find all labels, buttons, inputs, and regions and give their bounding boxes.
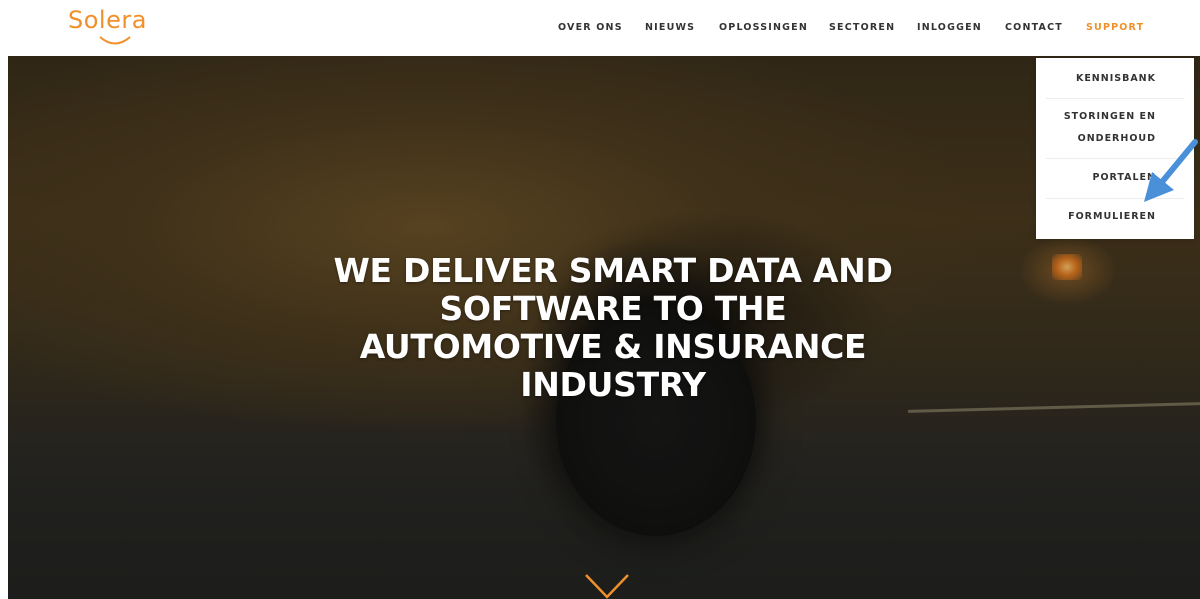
nav-item-inloggen[interactable]: INLOGGEN <box>917 22 982 33</box>
hero-headline-line-2: SOFTWARE TO THE <box>439 289 787 328</box>
dropdown-item-kennisbank[interactable]: KENNISBANK <box>1006 69 1156 89</box>
dropdown-item-storingen-line-1[interactable]: STORINGEN EN <box>1006 107 1156 127</box>
nav-item-oplossingen[interactable]: OPLOSSINGEN <box>719 22 808 33</box>
hero-headline-line-4: INDUSTRY <box>520 365 706 404</box>
hero-headline-line-1: WE DELIVER SMART DATA AND <box>333 251 893 290</box>
site-header: Solera OVER ONS NIEUWS OPLOSSINGEN SECTO… <box>0 0 1200 56</box>
nav-item-nieuws[interactable]: NIEUWS <box>645 22 695 33</box>
logo-smile-icon <box>99 36 131 45</box>
nav-item-sectoren[interactable]: SECTOREN <box>829 22 895 33</box>
hero-headline: WE DELIVER SMART DATA AND SOFTWARE TO TH… <box>228 252 998 404</box>
chevron-down-icon[interactable] <box>582 571 632 599</box>
main-nav: OVER ONS NIEUWS OPLOSSINGEN SECTOREN INL… <box>0 22 1200 36</box>
arrow-pointer-icon <box>1144 139 1198 202</box>
nav-item-contact[interactable]: CONTACT <box>1005 22 1063 33</box>
dropdown-item-storingen-line-2[interactable]: ONDERHOUD <box>1006 129 1156 149</box>
nav-item-support[interactable]: SUPPORT <box>1086 22 1144 33</box>
dropdown-item-portalen[interactable]: PORTALEN <box>1006 168 1156 188</box>
dropdown-divider <box>1046 98 1184 99</box>
dropdown-item-formulieren[interactable]: FORMULIEREN <box>1006 207 1156 227</box>
hero-headline-line-3: AUTOMOTIVE & INSURANCE <box>359 327 867 366</box>
nav-item-over-ons[interactable]: OVER ONS <box>558 22 623 33</box>
